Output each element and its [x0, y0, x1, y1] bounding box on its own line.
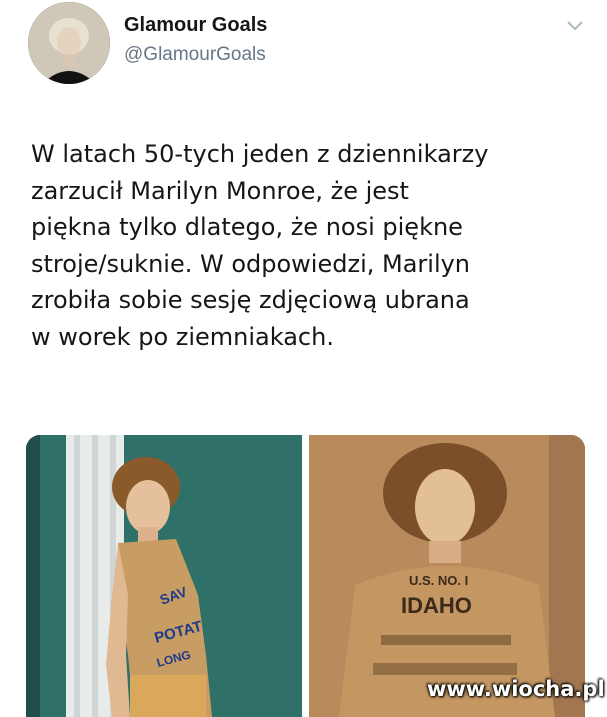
tweet-header: Glamour Goals @GlamourGoals	[0, 0, 607, 100]
avatar[interactable]	[28, 2, 110, 84]
tweet-line: zarzucił Marilyn Monroe, że jest	[31, 176, 409, 205]
tweet-line: zrobiła sobie sesję zdjęciową ubrana	[31, 286, 470, 314]
sack-text: IDAHO	[401, 593, 472, 618]
photo-right[interactable]: U.S. NO. I IDAHO	[309, 435, 585, 717]
author-handle[interactable]: @GlamourGoals	[124, 44, 266, 66]
watermark: www.wiocha.pl	[427, 677, 605, 701]
tweet-line: piękna tylko dlatego, że nosi piękne	[31, 213, 463, 241]
sack-text: U.S. NO. I	[409, 573, 468, 588]
author-name[interactable]: Glamour Goals	[124, 14, 267, 37]
tweet-line: W latach 50-tych jeden z dziennikarzy	[31, 140, 489, 168]
tweet-text: W latach 50-tych jeden z dziennikarzy za…	[31, 136, 591, 355]
tweet-line: stroje/suknie. W odpowiedzi, Marilyn	[31, 249, 471, 278]
chevron-down-icon[interactable]	[565, 18, 585, 34]
photo-left[interactable]: SAV POTAT LONG	[26, 435, 302, 717]
tweet-line: w worek po ziemniakach.	[31, 322, 334, 351]
